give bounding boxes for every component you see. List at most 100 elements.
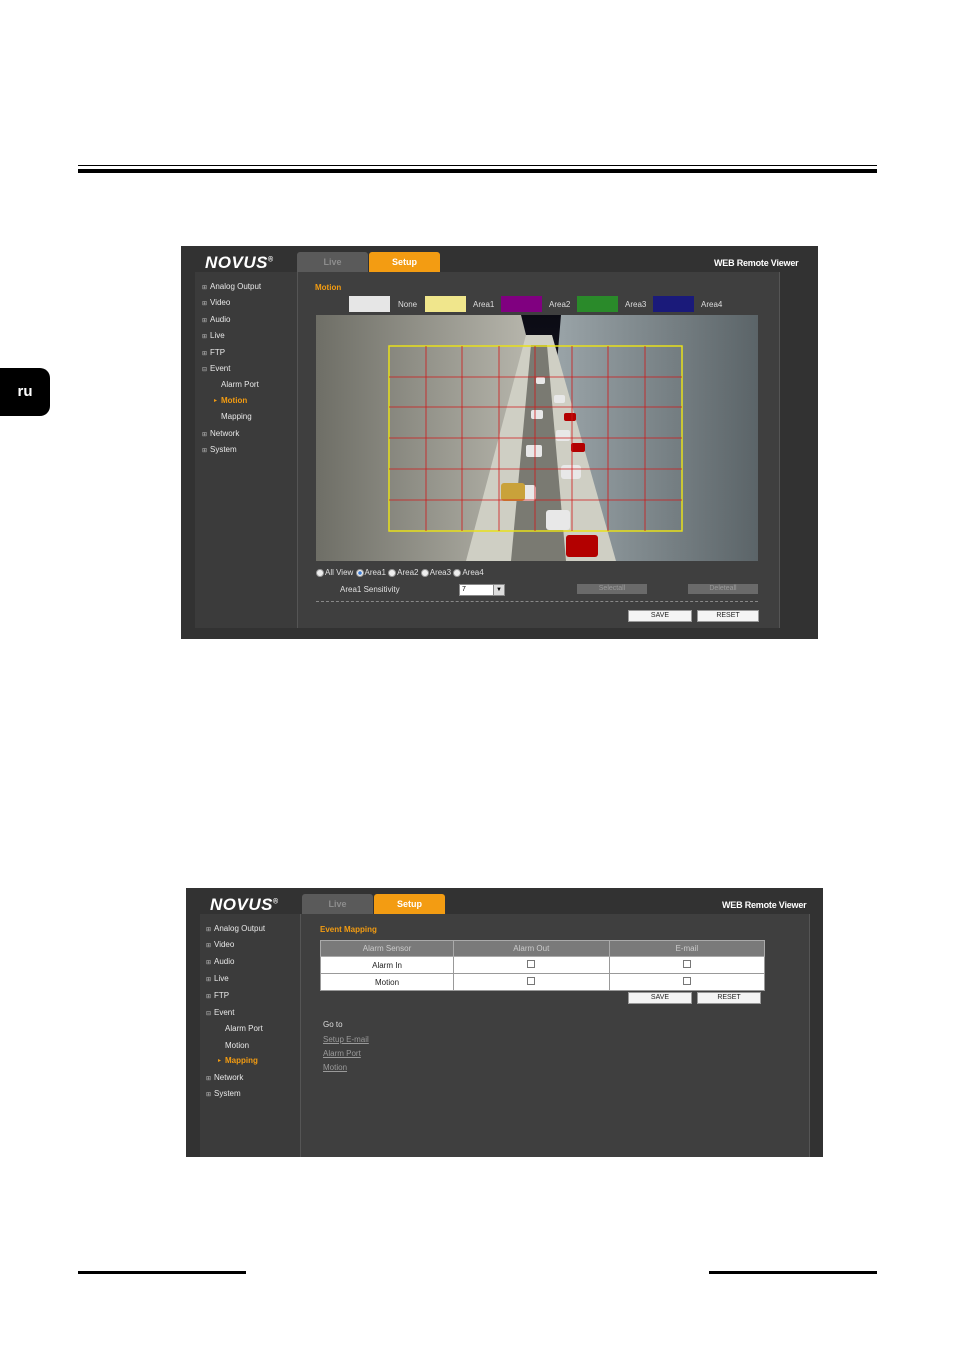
alarm-out-cell bbox=[453, 973, 610, 991]
reset-button[interactable]: RESET bbox=[697, 992, 761, 1004]
novus-logo: NOVUS® bbox=[205, 253, 274, 272]
swatch-area1[interactable] bbox=[425, 296, 466, 312]
radio-area2[interactable]: Area2 bbox=[388, 568, 419, 577]
tab-setup[interactable]: Setup bbox=[374, 894, 445, 914]
swatch-area4[interactable] bbox=[653, 296, 694, 312]
expand-icon: ⊞ bbox=[202, 318, 208, 324]
radio-area1[interactable]: Area1 bbox=[355, 568, 386, 577]
section-title: Event Mapping bbox=[320, 925, 377, 934]
sidebar-item-live[interactable]: ⊞ Live bbox=[202, 331, 225, 340]
swatch-label-none: None bbox=[398, 300, 418, 309]
table-row: Motion bbox=[319, 973, 766, 991]
table-row: Alarm In bbox=[319, 956, 766, 974]
expand-icon: ⊞ bbox=[206, 927, 212, 933]
sensitivity-select[interactable]: 7 ▼ bbox=[459, 584, 505, 596]
expand-icon: ⊞ bbox=[202, 448, 208, 454]
area-legend: None Area1 Area2 Area3 Area4 bbox=[349, 296, 769, 314]
delete-all-button[interactable]: Deleteall bbox=[688, 584, 758, 594]
alarm-out-checkbox[interactable] bbox=[527, 977, 536, 985]
row-label: Motion bbox=[319, 973, 455, 991]
radio-selected-icon bbox=[355, 568, 364, 577]
sidebar-subitem-alarm-port[interactable]: Alarm Port bbox=[225, 1024, 263, 1033]
row-label: Alarm In bbox=[319, 956, 455, 974]
sensitivity-label: Area1 Sensitivity bbox=[340, 585, 400, 594]
active-caret-icon: ▸ bbox=[218, 1058, 222, 1064]
collapse-icon: ⊟ bbox=[206, 1011, 212, 1017]
sidebar-item-audio[interactable]: ⊞ Audio bbox=[202, 315, 230, 324]
radio-icon bbox=[420, 568, 429, 577]
expand-icon: ⊞ bbox=[202, 432, 208, 438]
expand-icon: ⊞ bbox=[206, 960, 212, 966]
active-caret-icon: ▸ bbox=[214, 398, 218, 404]
sidebar: ⊞ Analog Output ⊞ Video ⊞ Audio ⊞ Live ⊞ FTP … bbox=[200, 914, 301, 1157]
radio-area3[interactable]: Area3 bbox=[420, 568, 451, 577]
sidebar-item-network[interactable]: ⊞ Network bbox=[202, 429, 239, 438]
collapse-icon: ⊟ bbox=[202, 367, 208, 373]
email-checkbox[interactable] bbox=[682, 977, 691, 985]
parking-garage-image bbox=[316, 315, 758, 561]
select-all-button[interactable]: Selectall bbox=[577, 584, 647, 594]
sidebar-subitem-alarm-port[interactable]: Alarm Port bbox=[221, 380, 259, 389]
table-header: Alarm Sensor bbox=[319, 940, 455, 957]
radio-icon bbox=[316, 568, 324, 577]
sidebar-item-event[interactable]: ⊟ Event bbox=[202, 364, 230, 373]
alarm-out-cell bbox=[453, 956, 610, 974]
event-mapping-table: Alarm Sensor Alarm Out E-mail Alarm In M… bbox=[319, 940, 766, 991]
sidebar-subitem-mapping[interactable]: Mapping bbox=[221, 412, 252, 421]
tab-setup[interactable]: Setup bbox=[369, 252, 440, 272]
swatch-label-area2: Area2 bbox=[549, 300, 571, 309]
sidebar-subitem-motion[interactable]: Motion bbox=[225, 1041, 249, 1050]
viewer-title: WEB Remote Viewer bbox=[722, 900, 807, 910]
link-alarm-port[interactable]: Alarm Port bbox=[323, 1049, 361, 1058]
sidebar-item-ftp[interactable]: ⊞ FTP bbox=[206, 991, 229, 1000]
radio-area4[interactable]: Area4 bbox=[453, 568, 484, 577]
language-tab: ru bbox=[0, 368, 50, 416]
swatch-area3[interactable] bbox=[577, 296, 618, 312]
tab-live[interactable]: Live bbox=[297, 252, 368, 272]
sidebar-item-video[interactable]: ⊞ Video bbox=[206, 940, 234, 949]
expand-icon: ⊞ bbox=[206, 994, 212, 1000]
email-cell bbox=[608, 956, 766, 974]
sidebar-subitem-mapping[interactable]: Mapping bbox=[225, 1056, 258, 1065]
goto-label: Go to bbox=[323, 1020, 343, 1029]
alarm-out-checkbox[interactable] bbox=[527, 960, 536, 968]
footer-rule-left bbox=[78, 1271, 246, 1274]
novus-logo: NOVUS® bbox=[210, 895, 279, 914]
app-header: NOVUS® Live Setup WEB Remote Viewer bbox=[186, 888, 823, 914]
link-motion[interactable]: Motion bbox=[323, 1063, 347, 1072]
view-radio-group: All View Area1 Area2 Area3 Area4 bbox=[316, 568, 484, 577]
main-panel: Event Mapping Alarm Sensor Alarm Out E-m… bbox=[301, 914, 810, 1157]
header-rule-thin bbox=[78, 165, 877, 166]
sidebar-subitem-motion[interactable]: Motion bbox=[221, 396, 247, 405]
footer-rule-right bbox=[709, 1271, 877, 1274]
sidebar-item-system[interactable]: ⊞ System bbox=[206, 1089, 241, 1098]
email-cell bbox=[608, 973, 766, 991]
email-checkbox[interactable] bbox=[682, 960, 691, 968]
camera-preview[interactable] bbox=[316, 315, 758, 561]
viewer-title: WEB Remote Viewer bbox=[714, 258, 799, 268]
sidebar-item-live[interactable]: ⊞ Live bbox=[206, 974, 229, 983]
swatch-label-area1: Area1 bbox=[473, 300, 495, 309]
sidebar-item-video[interactable]: ⊞ Video bbox=[202, 298, 230, 307]
sidebar-item-network[interactable]: ⊞ Network bbox=[206, 1073, 243, 1082]
app-header: NOVUS® Live Setup WEB Remote Viewer bbox=[181, 246, 818, 272]
swatch-none[interactable] bbox=[349, 296, 390, 312]
expand-icon: ⊞ bbox=[202, 334, 208, 340]
sidebar-item-analog-output[interactable]: ⊞ Analog Output bbox=[202, 282, 261, 291]
save-button[interactable]: SAVE bbox=[628, 610, 692, 622]
reset-button[interactable]: RESET bbox=[697, 610, 759, 622]
link-setup-email[interactable]: Setup E-mail bbox=[323, 1035, 369, 1044]
radio-all-view[interactable]: All View bbox=[316, 568, 353, 577]
sidebar-item-audio[interactable]: ⊞ Audio bbox=[206, 957, 234, 966]
expand-icon: ⊞ bbox=[206, 1092, 212, 1098]
expand-icon: ⊞ bbox=[202, 301, 208, 307]
sidebar-item-analog-output[interactable]: ⊞ Analog Output bbox=[206, 924, 265, 933]
radio-icon bbox=[388, 568, 397, 577]
sidebar-item-ftp[interactable]: ⊞ FTP bbox=[202, 348, 225, 357]
sidebar-item-system[interactable]: ⊞ System bbox=[202, 445, 237, 454]
tab-live[interactable]: Live bbox=[302, 894, 373, 914]
save-button[interactable]: SAVE bbox=[628, 992, 692, 1004]
sidebar-item-event[interactable]: ⊟ Event bbox=[206, 1008, 234, 1017]
header-rule-thick bbox=[78, 169, 877, 173]
swatch-area2[interactable] bbox=[501, 296, 542, 312]
